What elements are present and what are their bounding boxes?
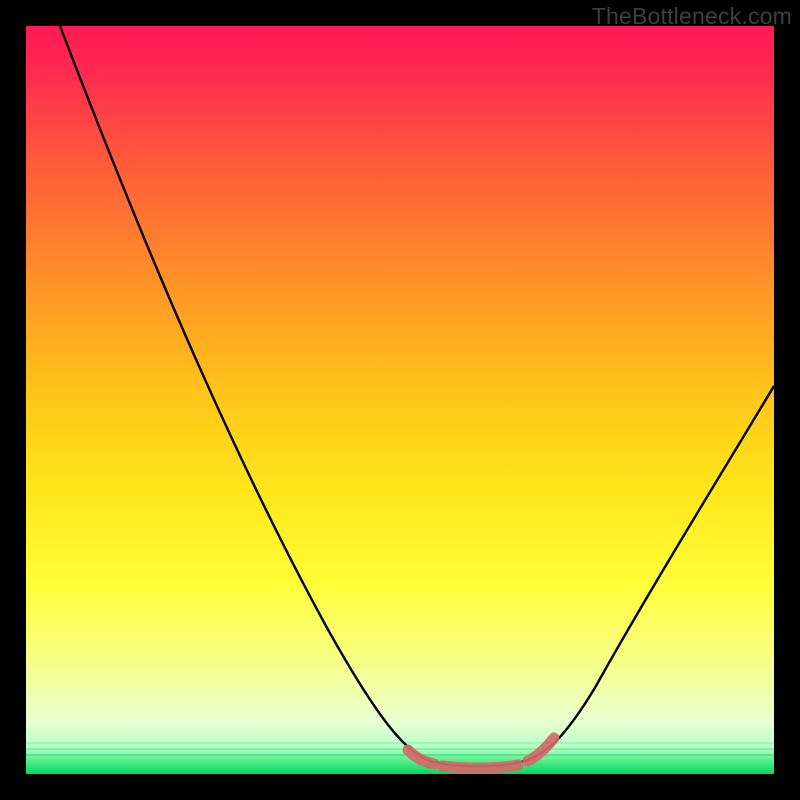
chart-frame: TheBottleneck.com (0, 0, 800, 800)
curve-path (60, 26, 774, 766)
bottleneck-curve (26, 26, 774, 774)
plot-area (26, 26, 774, 774)
watermark-text: TheBottleneck.com (592, 3, 792, 30)
optimal-zone-highlight (408, 738, 554, 768)
